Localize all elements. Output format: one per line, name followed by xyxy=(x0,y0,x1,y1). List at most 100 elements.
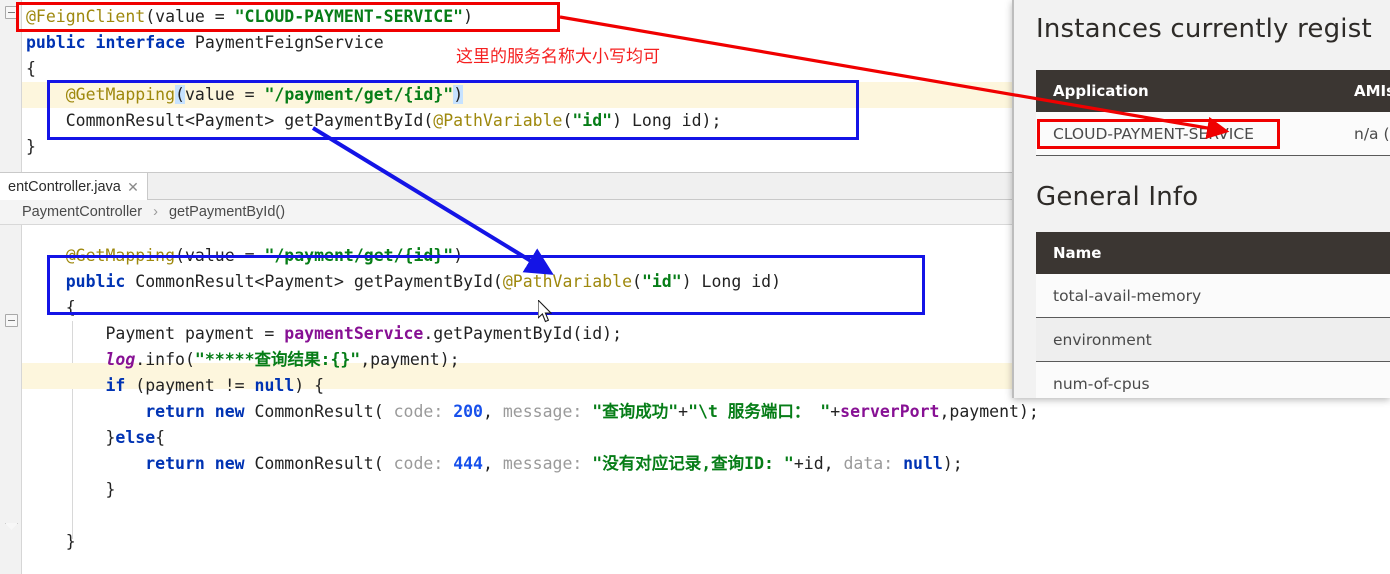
code-token: "/payment/get/{id}" xyxy=(264,85,454,104)
table-row[interactable]: total-avail-memory xyxy=(1036,274,1390,318)
code-token: null xyxy=(903,454,943,473)
code-token: , xyxy=(483,402,503,421)
table-row[interactable]: CLOUD-PAYMENT-SERVICE n/a (2 xyxy=(1036,112,1390,156)
code-token: "\t 服务端口： " xyxy=(688,402,831,421)
code-token: ) Long id); xyxy=(612,111,722,130)
controller-source-code[interactable]: } @GetMapping(value = "/payment/get/{id}… xyxy=(26,225,1039,555)
code-line: return new CommonResult( code: 200, mess… xyxy=(26,399,1039,425)
code-token: (value = xyxy=(145,7,235,26)
breadcrumb-class[interactable]: PaymentController xyxy=(22,200,142,225)
code-token: return new xyxy=(145,402,255,421)
code-token: ) xyxy=(463,7,474,26)
code-line: { xyxy=(26,56,721,82)
instance-amis-value: n/a (2 xyxy=(1354,125,1390,143)
code-token: CommonResult<Payment> getPaymentById( xyxy=(135,272,503,291)
code-token: ( xyxy=(175,85,185,104)
code-token: CommonResult<Payment> getPaymentById( xyxy=(26,111,434,130)
editor-gutter-top[interactable] xyxy=(0,0,22,172)
code-line: { xyxy=(26,295,1039,321)
eureka-dashboard-panel[interactable]: Instances currently regist Application A… xyxy=(1012,0,1390,398)
code-token: "/payment/get/{id}" xyxy=(264,246,454,265)
instances-table-header: Application AMIs xyxy=(1036,70,1390,112)
code-token: @GetMapping xyxy=(65,85,176,104)
code-token: ( xyxy=(562,111,573,130)
code-line: }else{ xyxy=(26,425,1039,451)
code-line: Payment payment = paymentService.getPaym… xyxy=(26,321,1039,347)
feign-interface-editor[interactable]: @FeignClient(value = "CLOUD-PAYMENT-SERV… xyxy=(0,0,1016,172)
code-line: } xyxy=(26,134,721,160)
code-token: (value = xyxy=(175,246,265,265)
feign-source-code[interactable]: @FeignClient(value = "CLOUD-PAYMENT-SERV… xyxy=(26,4,721,160)
code-token: message: xyxy=(502,454,593,473)
close-icon[interactable]: ✕ xyxy=(127,173,139,201)
code-token: } xyxy=(26,137,36,156)
code-token: ,payment); xyxy=(360,350,460,369)
code-fold-toggle[interactable] xyxy=(5,314,18,327)
breadcrumb-method[interactable]: getPaymentById() xyxy=(169,200,285,225)
code-token: serverPort xyxy=(840,402,940,421)
editor-tab-strip[interactable]: entController.java ✕ xyxy=(0,172,1016,201)
code-token: (payment != xyxy=(135,376,255,395)
code-token: "没有对应记录,查询ID: " xyxy=(592,454,794,473)
code-token: message: xyxy=(502,402,593,421)
code-token: null xyxy=(254,376,295,395)
breadcrumb[interactable]: PaymentController › getPaymentById() xyxy=(0,200,1016,225)
general-info-name-2: num-of-cpus xyxy=(1053,375,1150,393)
code-token: else xyxy=(115,428,156,447)
tab-payment-controller[interactable]: entController.java ✕ xyxy=(0,173,148,201)
code-fold-toggle[interactable] xyxy=(5,6,18,19)
code-token: ); xyxy=(942,454,963,473)
code-token: { xyxy=(26,59,36,78)
code-token: public xyxy=(65,272,136,291)
code-token: + xyxy=(830,402,841,421)
general-info-heading: General Info xyxy=(1036,182,1199,212)
code-token: CommonResult( xyxy=(254,402,394,421)
table-row[interactable]: num-of-cpus xyxy=(1036,362,1390,398)
code-line: } xyxy=(26,477,1039,503)
code-token: return new xyxy=(145,454,255,473)
code-line: CommonResult<Payment> getPaymentById(@Pa… xyxy=(26,108,722,134)
code-token: + xyxy=(678,402,689,421)
table-row[interactable]: environment xyxy=(1036,318,1390,362)
code-token: .info( xyxy=(135,350,195,369)
code-token: code: xyxy=(393,402,454,421)
code-token: +id, xyxy=(793,454,844,473)
column-header-name: Name xyxy=(1053,244,1102,262)
instances-table[interactable]: Application AMIs CLOUD-PAYMENT-SERVICE n… xyxy=(1036,70,1390,156)
code-token: ) xyxy=(453,246,464,265)
editor-gutter-bottom[interactable] xyxy=(0,225,22,574)
column-header-amis: AMIs xyxy=(1354,82,1390,100)
code-token: ,payment); xyxy=(939,402,1039,421)
code-token: "id" xyxy=(572,111,613,130)
code-token: value = xyxy=(184,85,265,104)
general-info-table[interactable]: Name total-avail-memory environment num-… xyxy=(1036,232,1390,398)
code-token: if xyxy=(105,376,136,395)
code-token: CommonResult( xyxy=(254,454,394,473)
code-line: } xyxy=(26,529,1039,555)
code-token: , xyxy=(483,454,503,473)
code-token: PaymentFeignService xyxy=(194,33,384,52)
code-token: ) { xyxy=(294,376,325,395)
code-token: data: xyxy=(843,454,904,473)
code-token: { xyxy=(26,298,76,317)
code-token: 444 xyxy=(453,454,483,473)
chevron-right-icon: › xyxy=(153,204,158,220)
code-token: } xyxy=(26,532,76,551)
code-token: ) xyxy=(453,85,464,104)
code-fold-end-marker[interactable] xyxy=(5,523,18,530)
code-line: public CommonResult<Payment> getPaymentB… xyxy=(26,269,1039,295)
code-token: "id" xyxy=(641,272,682,291)
code-token: @GetMapping xyxy=(65,246,176,265)
code-line: public interface PaymentFeignService xyxy=(26,30,721,56)
code-token: paymentService xyxy=(284,324,424,343)
code-token: log xyxy=(105,350,136,369)
code-token: "查询成功" xyxy=(592,402,679,421)
instance-application-name[interactable]: CLOUD-PAYMENT-SERVICE xyxy=(1053,112,1254,156)
